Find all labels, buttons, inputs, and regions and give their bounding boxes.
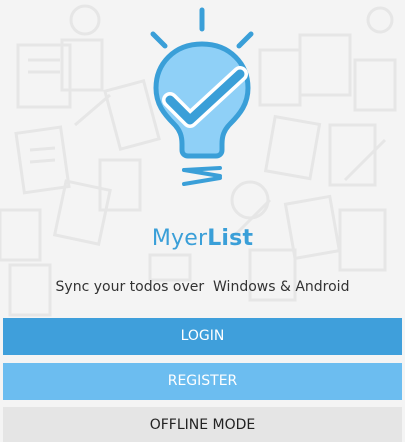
welcome-screen: MyerList Sync your todos over Windows & … bbox=[0, 0, 405, 442]
login-button[interactable]: LOGIN bbox=[3, 318, 402, 355]
register-button[interactable]: REGISTER bbox=[3, 363, 402, 400]
lightbulb-check-icon bbox=[150, 7, 254, 186]
app-title-light: Myer bbox=[151, 226, 208, 251]
offline-mode-button[interactable]: OFFLINE MODE bbox=[3, 407, 402, 442]
app-title: MyerList bbox=[0, 226, 405, 251]
app-title-bold: List bbox=[207, 226, 254, 251]
tagline: Sync your todos over Windows & Android bbox=[55, 279, 350, 295]
